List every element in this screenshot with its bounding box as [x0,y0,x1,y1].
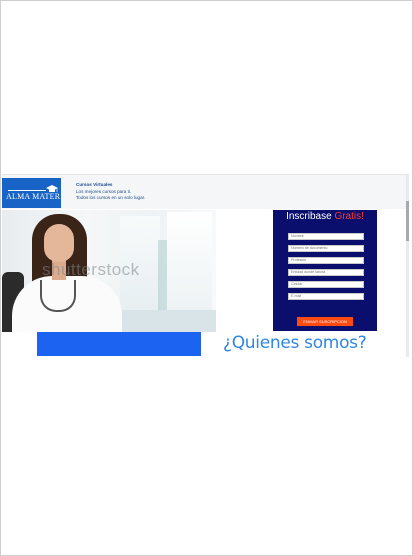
profession-field[interactable] [288,257,364,264]
stock-watermark: shutterstock [42,260,140,279]
form-title: Inscribase Gratis! [273,211,377,222]
logo-text: ALMA MATER [6,192,61,201]
phone-field[interactable] [288,281,364,288]
blank-area-top [2,2,409,174]
form-title-main: Inscribase [286,211,335,222]
doctor-face [44,224,74,262]
site-header: ALMA MATER Cursos Virtuales Los mejores … [2,175,409,209]
email-field[interactable] [288,293,364,300]
site-tagline: Cursos Virtuales Los mejores cursos para… [76,182,145,202]
site-logo[interactable]: ALMA MATER [2,178,61,208]
submit-subscription-button[interactable]: ENVIAR SUSCRIPCION [297,317,353,326]
web-page: ALMA MATER Cursos Virtuales Los mejores … [2,174,409,358]
document-number-field[interactable] [288,245,364,252]
about-heading: ¿Quienes somos? [223,333,367,353]
blank-area-bottom [2,357,409,552]
signup-form: Inscribase Gratis! ENVIAR SUSCRIPCION [273,210,377,331]
blue-banner [37,332,201,356]
employer-field[interactable] [288,269,364,276]
scrollbar-thumb[interactable] [406,201,409,241]
form-title-accent: Gratis! [334,211,364,222]
stethoscope-icon [40,280,76,312]
logo-rule [8,190,46,191]
hero-image: shutterstock [2,210,216,332]
tagline-line-2: Todos los cursos en un solo lugar. [76,195,146,200]
name-field[interactable] [288,233,364,240]
